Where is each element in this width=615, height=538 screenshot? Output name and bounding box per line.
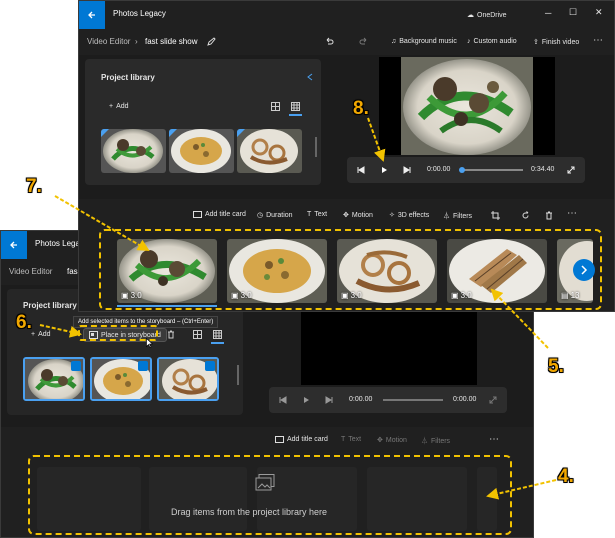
callout-6: 6. (16, 312, 32, 333)
arrow-4 (486, 479, 557, 500)
callout-4: 4. (558, 466, 574, 487)
arrow-8 (367, 117, 386, 162)
callout-7: 7. (26, 176, 42, 197)
arrow-6 (39, 324, 82, 338)
callout-5: 5. (548, 356, 564, 377)
callout-8: 8. (353, 98, 369, 119)
arrow-7 (54, 195, 150, 252)
annotation-arrows (39, 117, 557, 500)
arrow-5 (490, 288, 549, 349)
